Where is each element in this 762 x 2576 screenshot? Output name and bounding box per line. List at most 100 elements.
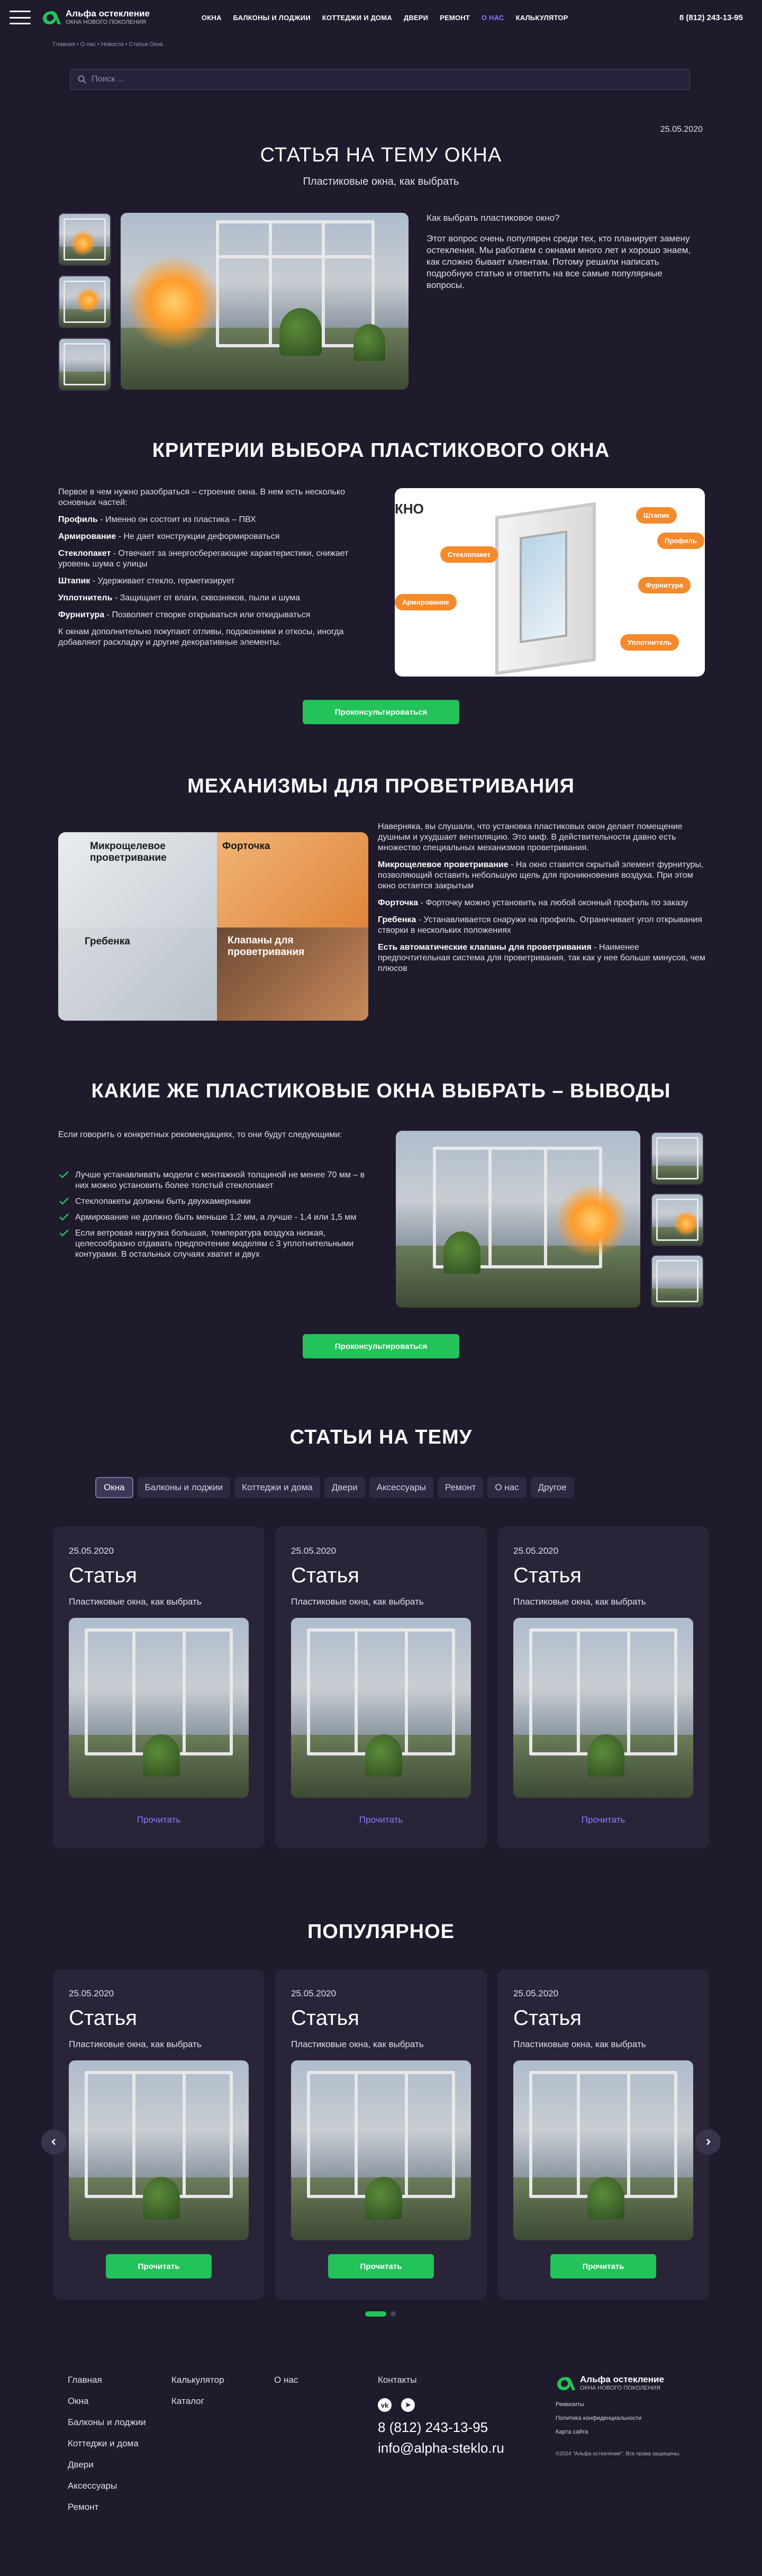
read-link[interactable]: Прочитать [53,1815,265,1825]
search-bar[interactable]: Поиск ... [70,69,690,90]
article-card[interactable]: 25.05.2020 Статья Пластиковые окна, как … [53,1527,265,1849]
tab-accessories[interactable]: Аксессуары [369,1477,433,1498]
footer-link[interactable]: Аксессуары [68,2481,146,2491]
nav-repair[interactable]: РЕМОНТ [440,14,470,22]
list-item: Армирование не должно быть меньше 1,2 мм… [58,1212,376,1223]
footer-link[interactable]: Ремонт [68,2502,146,2512]
criteria-item: Уплотнитель - Защищает от влаги, сквозня… [58,593,301,602]
schema-brand: КНО [395,501,424,517]
card-title: Статья [513,1564,582,1587]
consult-button[interactable]: Проконсультироваться [303,700,459,724]
mechanisms-item: Форточка - Форточку можно установить на … [378,898,688,907]
privacy-link[interactable]: Политика конфиденциальности [556,2415,641,2421]
card-date: 25.05.2020 [69,1546,114,1556]
card-date: 25.05.2020 [513,1546,559,1556]
criteria-title: КРИТЕРИИ ВЫБОРА ПЛАСТИКОВОГО ОКНА [152,439,610,462]
card-photo [513,2060,693,2240]
breadcrumb[interactable]: Главная • О нас • Новости • Статьи Окна [53,41,163,48]
logo[interactable]: Альфа остекление ОКНА НОВОГО ПОКОЛЕНИЯ [41,9,150,26]
article-card[interactable]: 25.05.2020 Статья Пластиковые окна, как … [497,1527,709,1849]
carousel-dot[interactable] [391,2311,396,2317]
nav-doors[interactable]: ДВЕРИ [404,14,428,22]
logo-icon [557,2377,575,2390]
popular-card[interactable]: 25.05.2020 Статья Пластиковые окна, как … [53,1969,265,2300]
telegram-icon[interactable]: ➤ [401,2398,415,2412]
tab-about[interactable]: О нас [487,1477,527,1498]
gallery-thumb[interactable] [58,338,111,391]
card-title: Статья [291,1564,359,1587]
search-input[interactable]: Поиск ... [92,75,124,84]
card-subtitle: Пластиковые окна, как выбрать [291,2039,424,2049]
check-icon [59,1197,69,1205]
requisites-link[interactable]: Реквизиты [556,2401,641,2408]
window-schema-image: КНО Штапик Профиль Стеклопакет Фурнитура… [395,488,705,677]
tab-doors[interactable]: Двери [324,1477,365,1498]
gallery-thumb[interactable] [58,213,111,266]
conclusion-title: КАКИЕ ЖЕ ПЛАСТИКОВЫЕ ОКНА ВЫБРАТЬ – ВЫВО… [91,1080,671,1102]
read-button[interactable]: Прочитать [106,2254,212,2278]
carousel-dots [365,2311,396,2317]
footer-link[interactable]: Балконы и лоджии [68,2417,146,2428]
collage-label: Микрощелевое проветривание [90,841,167,863]
footer-phone[interactable]: 8 (812) 243-13-95 [378,2419,504,2436]
carousel-next-button[interactable] [695,2129,721,2155]
read-link[interactable]: Прочитать [497,1815,709,1825]
carousel-prev-button[interactable] [41,2129,67,2155]
gallery-thumb[interactable] [651,1193,704,1246]
footer-link[interactable]: Окна [68,2396,146,2407]
schema-tag: Уплотнитель [620,634,679,651]
footer-link[interactable]: Коттеджи и дома [68,2438,146,2449]
logo-subtitle: ОКНА НОВОГО ПОКОЛЕНИЯ [66,19,146,25]
mechanisms-item: Гребенка - Устанавливается снаружи на пр… [378,915,702,935]
card-date: 25.05.2020 [291,1988,337,1998]
card-subtitle: Пластиковые окна, как выбрать [69,1597,202,1607]
nav-windows[interactable]: ОКНА [202,14,222,22]
main-nav: ОКНА БАЛКОНЫ И ЛОДЖИИ КОТТЕДЖИ И ДОМА ДВ… [202,14,568,22]
page: Альфа остекление ОКНА НОВОГО ПОКОЛЕНИЯ О… [0,0,762,2576]
footer-link[interactable]: Главная [68,2375,146,2385]
read-button[interactable]: Прочитать [328,2254,434,2278]
card-photo [69,2060,249,2240]
nav-cottages[interactable]: КОТТЕДЖИ И ДОМА [322,14,392,22]
footer-email[interactable]: info@alpha-steklo.ru [378,2440,504,2456]
gallery-thumb[interactable] [58,275,111,328]
popular-card[interactable]: 25.05.2020 Статья Пластиковые окна, как … [497,1969,709,2300]
list-item: Стеклопакеты должны быть двухкамерными [58,1196,376,1207]
tab-balconies[interactable]: Балконы и лоджии [137,1477,231,1498]
chevron-right-icon [706,2139,711,2145]
tab-repair[interactable]: Ремонт [437,1477,484,1498]
nav-balconies[interactable]: БАЛКОНЫ И ЛОДЖИИ [233,14,311,22]
card-subtitle: Пластиковые окна, как выбрать [513,2039,646,2049]
card-title: Статья [69,2006,137,2030]
footer-logo[interactable]: Альфа остекление ОКНА НОВОГО ПОКОЛЕНИЯ [556,2375,664,2392]
nav-calculator[interactable]: КАЛЬКУЛЯТОР [516,14,568,22]
popular-card[interactable]: 25.05.2020 Статья Пластиковые окна, как … [275,1969,487,2300]
read-link[interactable]: Прочитать [275,1815,487,1825]
header-phone[interactable]: 8 (812) 243-13-95 [679,13,743,22]
read-button[interactable]: Прочитать [550,2254,656,2278]
footer-link[interactable]: Каталог [171,2396,224,2407]
carousel-dot[interactable] [365,2311,386,2317]
vk-icon[interactable]: vk [378,2398,392,2412]
list-item: Если ветровая нагрузка большая, температ… [58,1228,376,1260]
footer-link[interactable]: Калькулятор [171,2375,224,2385]
footer-link[interactable]: Двери [68,2460,146,2470]
tab-windows[interactable]: Окна [95,1477,133,1498]
gallery-thumb[interactable] [651,1132,704,1185]
tab-cottages[interactable]: Коттеджи и дома [234,1477,320,1498]
schema-tag: Профиль [657,533,704,549]
schema-tag: Стеклопакет [440,546,498,563]
footer-link[interactable]: О нас [274,2375,298,2385]
consult-button[interactable]: Проконсультироваться [303,1334,459,1358]
nav-about[interactable]: О НАС [482,14,504,22]
card-photo [513,1618,693,1798]
gallery-thumb[interactable] [651,1255,704,1308]
footer-nav-col: О нас [274,2375,298,2396]
menu-icon[interactable] [10,11,31,24]
footer-nav-col: Калькулятор Каталог [171,2375,224,2417]
article-card[interactable]: 25.05.2020 Статья Пластиковые окна, как … [275,1527,487,1849]
logo-title: Альфа остекление [580,2374,664,2384]
card-title: Статья [69,1564,137,1587]
sitemap-link[interactable]: Карта сайта [556,2429,641,2435]
tab-other[interactable]: Другое [530,1477,574,1498]
